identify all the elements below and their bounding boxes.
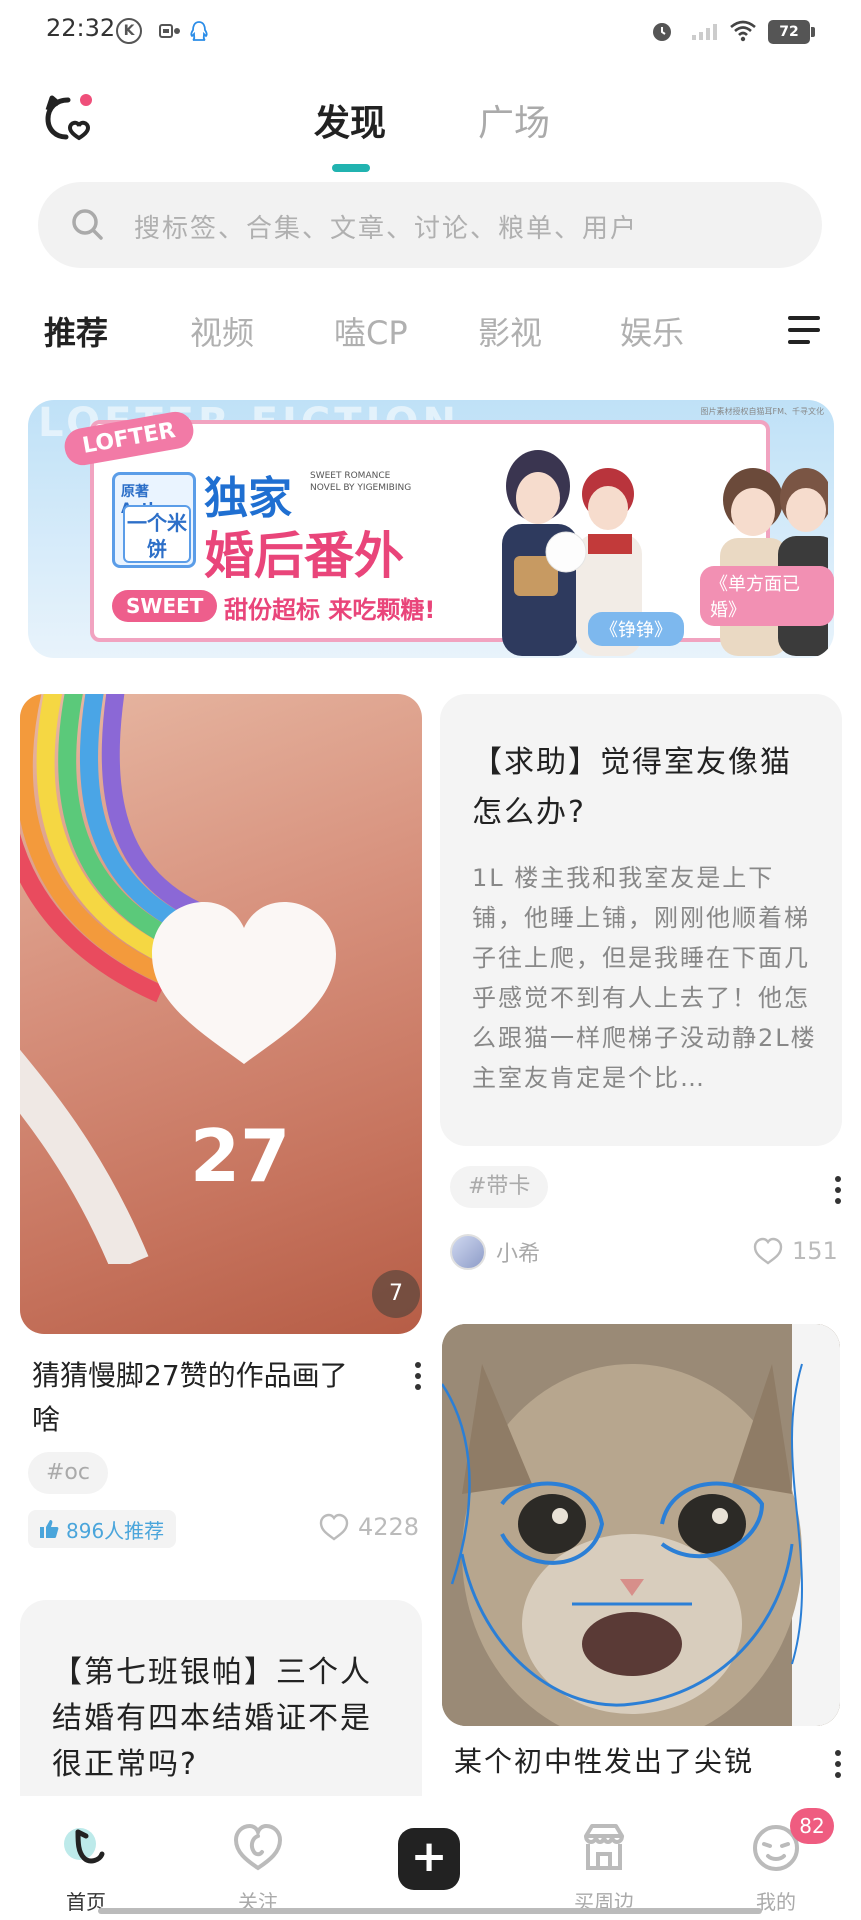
banner-author-name: 一个米饼: [123, 505, 191, 563]
right-text-post-tag[interactable]: #带卡: [450, 1166, 549, 1208]
left-post-image[interactable]: 27 7: [20, 694, 422, 1334]
like-heart-icon: [319, 1513, 349, 1541]
shop-icon: [584, 1824, 624, 1870]
follow-heart-icon: [233, 1823, 283, 1871]
search-bar[interactable]: 搜标签、合集、文章、讨论、粮单、用户: [38, 182, 822, 268]
right-text-post-like[interactable]: 151: [752, 1236, 838, 1266]
status-time: 22:32: [46, 14, 116, 42]
category-entertainment[interactable]: 娱乐: [620, 308, 684, 354]
banner-title-line2: 婚后番外: [204, 527, 404, 585]
category-video[interactable]: 视频: [190, 308, 254, 354]
right-img-post-more-icon[interactable]: [834, 1746, 842, 1782]
left-text-post-title: 【第七班银帕】三个人结婚有四本结婚证不是很正常吗?: [52, 1655, 372, 1782]
category-cp[interactable]: 嗑CP: [334, 308, 408, 354]
lofter-logo[interactable]: [42, 92, 94, 144]
cat-photo: [442, 1324, 840, 1726]
left-post-tag[interactable]: #oc: [28, 1452, 108, 1494]
right-img-post-title[interactable]: 某个初中牲发出了尖锐: [454, 1740, 754, 1780]
right-text-post-title: 【求助】觉得室友像猫怎么办?: [472, 745, 792, 830]
thumbs-up-icon: [40, 1520, 59, 1538]
right-text-post-card[interactable]: 【求助】觉得室友像猫怎么办? 1L 楼主我和我室友是上下铺，他睡上铺，刚刚他顺着…: [440, 694, 842, 1146]
search-icon: [70, 207, 106, 243]
banner-book-tag-1: 《铮铮》: [588, 612, 684, 646]
nav-follow[interactable]: 关注: [198, 1796, 318, 1920]
right-text-post-body: 1L 楼主我和我室友是上下铺，他睡上铺，刚刚他顺着梯子往上爬，但是我睡在下面几乎…: [472, 864, 817, 1092]
sim-icon: [158, 18, 182, 44]
right-text-post-like-count: 151: [792, 1237, 838, 1265]
banner-book-tag-2: 《单方面已婚》: [700, 566, 834, 626]
alarm-icon: [648, 18, 676, 44]
like-heart-icon: [753, 1237, 783, 1265]
home-indicator[interactable]: [98, 1908, 762, 1914]
tab-square[interactable]: 广场: [478, 94, 550, 146]
right-text-post-more-icon[interactable]: [834, 1172, 842, 1208]
banner-subtitle: SWEET ROMANCE NOVEL BY YIGEMIBING: [310, 471, 412, 493]
nav-home[interactable]: 首页: [26, 1796, 146, 1920]
banner-tagline: 甜份超标 来吃颗糖!: [224, 596, 436, 624]
right-post-image[interactable]: [442, 1324, 840, 1726]
home-icon: [64, 1828, 105, 1864]
notification-badge: 82: [790, 1808, 834, 1844]
category-film[interactable]: 影视: [478, 308, 542, 354]
banner-sweet-label: SWEET: [112, 590, 218, 622]
qq-icon: [188, 18, 210, 44]
bottom-nav: 首页 关注 + 买周边 我的 82: [0, 1796, 861, 1920]
heart-icon: [152, 902, 336, 1064]
nav-shop[interactable]: 买周边: [544, 1796, 664, 1920]
image-count-badge: 7: [372, 1270, 420, 1318]
recommend-count: 896人推荐: [66, 1518, 165, 1543]
left-post-like[interactable]: 4228: [318, 1512, 419, 1542]
author-name: 小希: [496, 1242, 541, 1267]
create-post-button[interactable]: +: [398, 1828, 460, 1890]
recommend-chip[interactable]: 896人推荐: [28, 1510, 177, 1548]
status-bar: 22:32 K 72: [0, 0, 861, 64]
k-circle-icon: K: [116, 18, 142, 44]
left-post-title[interactable]: 猜猜慢脚27赞的作品画了啥: [32, 1354, 372, 1442]
banner-author-box: 原著 Author 一个米饼: [112, 472, 196, 568]
battery-icon: 72: [768, 20, 815, 44]
promo-banner[interactable]: LOFTER FICTION 图片素材授权自猫耳FM、千寻文化 LOFTER 原…: [28, 400, 834, 658]
left-post-more-icon[interactable]: [414, 1358, 422, 1394]
avatar: [450, 1234, 486, 1270]
signal-icon: [690, 18, 720, 44]
right-text-post-author[interactable]: 小希: [450, 1234, 540, 1270]
wifi-icon: [728, 18, 758, 44]
image-number-text: 27: [190, 1114, 291, 1198]
active-tab-indicator: [332, 164, 370, 172]
tab-discover[interactable]: 发现: [314, 94, 386, 146]
left-post-like-count: 4228: [358, 1513, 420, 1541]
category-menu-icon[interactable]: [788, 316, 820, 344]
category-recommend[interactable]: 推荐: [44, 308, 108, 354]
search-placeholder: 搜标签、合集、文章、讨论、粮单、用户: [134, 214, 639, 244]
